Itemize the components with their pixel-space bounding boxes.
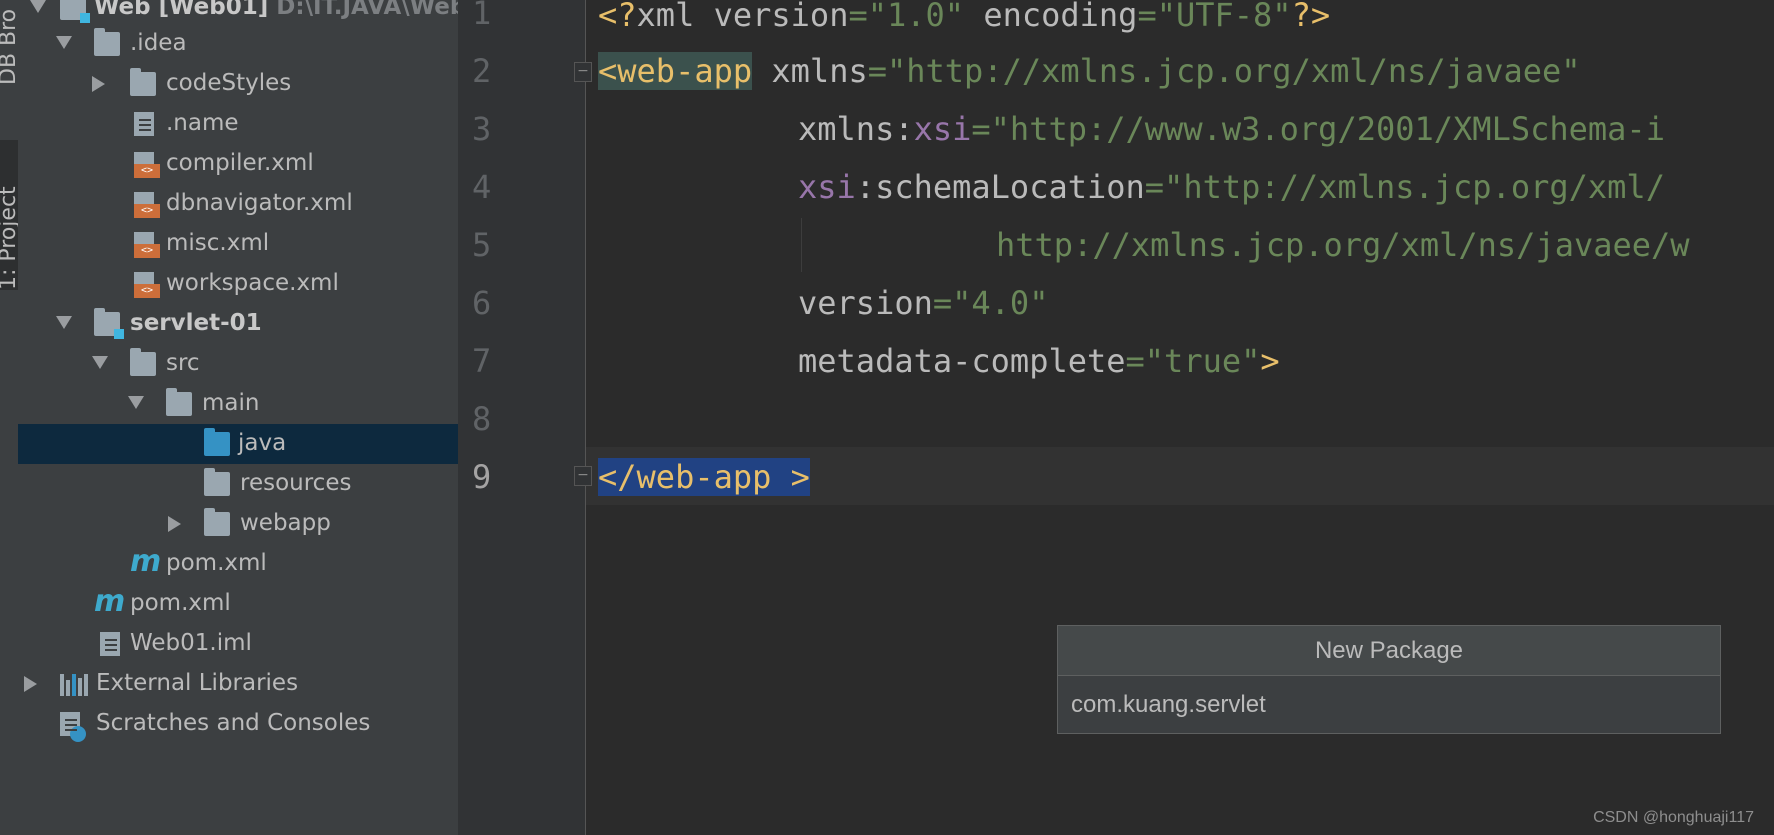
db-browser-tab[interactable]: DB Bro	[0, 0, 21, 85]
chevron-down-icon[interactable]	[30, 0, 46, 13]
tree-row-scratches[interactable]: Scratches and Consoles	[18, 704, 458, 744]
text-file-icon	[134, 112, 154, 136]
line-number: 7	[472, 342, 492, 380]
resources-folder-icon	[204, 468, 230, 496]
chevron-down-icon[interactable]	[56, 36, 72, 49]
code-line-6: version="4.0"	[798, 284, 1049, 322]
tree-row-name-file[interactable]: .name	[18, 104, 458, 144]
chevron-right-icon[interactable]	[24, 676, 37, 692]
tree-row-src[interactable]: src	[18, 344, 458, 384]
tree-item-label: Scratches and Consoles	[96, 710, 371, 736]
tree-item-label: compiler.xml	[166, 150, 314, 176]
code-line-3: xmlns:xsi="http://www.w3.org/2001/XMLSch…	[798, 110, 1665, 148]
tree-row-external-libraries[interactable]: External Libraries	[18, 664, 458, 704]
module-folder-icon	[94, 308, 124, 339]
tree-item-label: codeStyles	[166, 70, 292, 96]
folder-icon	[204, 508, 230, 536]
tree-item-label: java	[238, 430, 287, 456]
module-folder-icon	[60, 0, 90, 23]
tree-row-compiler-xml[interactable]: <> compiler.xml	[18, 144, 458, 184]
code-line-4: xsi:schemaLocation="http://xmlns.jcp.org…	[798, 168, 1665, 206]
xml-file-icon: <>	[134, 272, 160, 298]
tree-item-label: servlet-01	[130, 310, 262, 336]
maven-icon: m	[130, 544, 162, 579]
tool-window-strip: DB Bro 1: Project	[0, 0, 21, 835]
indent-guide	[801, 218, 802, 272]
tree-item-label: pom.xml	[166, 550, 267, 576]
project-tree: Web [Web01] D:\IT.JAVA\Web .idea codeSty…	[18, 0, 458, 835]
tree-row-module-pom[interactable]: m pom.xml	[18, 544, 458, 584]
scratches-icon	[60, 712, 86, 742]
line-number: 6	[472, 284, 492, 322]
fold-toggle-icon[interactable]: −	[574, 62, 592, 82]
line-number: 8	[472, 400, 492, 438]
line-number: 1	[472, 0, 492, 32]
tree-item-label: .idea	[130, 30, 187, 56]
code-line-7: metadata-complete="true">	[798, 342, 1280, 380]
tree-row-java[interactable]: java	[18, 424, 458, 464]
chevron-down-icon[interactable]	[92, 356, 108, 369]
chevron-down-icon[interactable]	[128, 396, 144, 409]
folder-icon	[94, 28, 120, 56]
folder-icon	[166, 388, 192, 416]
xml-file-icon: <>	[134, 232, 160, 258]
tree-row-dbnavigator-xml[interactable]: <> dbnavigator.xml	[18, 184, 458, 224]
project-tab[interactable]: 1: Project	[0, 140, 21, 290]
source-folder-icon	[204, 428, 230, 456]
line-number: 4	[472, 168, 492, 206]
tree-item-label: src	[166, 350, 200, 376]
tree-item-label: Web01.iml	[130, 630, 252, 656]
code-line-1: <?xml version="1.0" encoding="UTF-8"?>	[598, 0, 1331, 34]
tree-item-label: workspace.xml	[166, 270, 339, 296]
tree-item-label: main	[202, 390, 260, 416]
package-name-input[interactable]	[1058, 676, 1720, 733]
module-file-icon	[100, 632, 120, 656]
libraries-icon	[60, 670, 88, 696]
watermark: CSDN @honghuaji117	[1593, 809, 1754, 826]
tree-item-label: misc.xml	[166, 230, 270, 256]
folder-icon	[130, 68, 156, 96]
code-line-9: </web-app >	[598, 458, 810, 496]
xml-file-icon: <>	[134, 192, 160, 218]
line-number: 5	[472, 226, 492, 264]
chevron-right-icon[interactable]	[92, 76, 105, 92]
code-line-2: <web-app xmlns="http://xmlns.jcp.org/xml…	[598, 52, 1581, 90]
line-number: 9	[472, 458, 492, 496]
line-number: 3	[472, 110, 492, 148]
chevron-right-icon[interactable]	[168, 516, 181, 532]
tree-row-misc-xml[interactable]: <> misc.xml	[18, 224, 458, 264]
line-number: 2	[472, 52, 492, 90]
tree-item-label: pom.xml	[130, 590, 231, 616]
line-number-gutter: 1 2 3 4 5 6 7 8 9 − −	[458, 0, 592, 835]
chevron-down-icon[interactable]	[56, 316, 72, 329]
tree-item-label: resources	[240, 470, 352, 496]
tree-item-label: webapp	[240, 510, 331, 536]
tree-row-webapp[interactable]: webapp	[18, 504, 458, 544]
tree-row-codestyles[interactable]: codeStyles	[18, 64, 458, 104]
tree-row-iml[interactable]: Web01.iml	[18, 624, 458, 664]
tree-root-label: Web [Web01] D:\IT.JAVA\Web	[94, 0, 458, 20]
fold-toggle-icon[interactable]: −	[574, 466, 592, 486]
maven-icon: m	[94, 584, 126, 619]
tree-row-root-pom[interactable]: m pom.xml	[18, 584, 458, 624]
tree-row-idea[interactable]: .idea	[18, 24, 458, 64]
tree-item-label: External Libraries	[96, 670, 299, 696]
tree-row-resources[interactable]: resources	[18, 464, 458, 504]
folder-icon	[130, 348, 156, 376]
tree-item-label: dbnavigator.xml	[166, 190, 353, 216]
code-editor[interactable]: 1 2 3 4 5 6 7 8 9 − − <?xml version="1.0…	[458, 0, 1774, 835]
tree-row-servlet-01[interactable]: servlet-01	[18, 304, 458, 344]
new-package-dialog: New Package	[1057, 625, 1721, 734]
code-line-5: http://xmlns.jcp.org/xml/ns/javaee/w	[996, 226, 1690, 264]
dialog-title: New Package	[1058, 626, 1720, 676]
xml-file-icon: <>	[134, 152, 160, 178]
tree-row-workspace-xml[interactable]: <> workspace.xml	[18, 264, 458, 304]
tree-item-label: .name	[166, 110, 239, 136]
tree-row-main[interactable]: main	[18, 384, 458, 424]
